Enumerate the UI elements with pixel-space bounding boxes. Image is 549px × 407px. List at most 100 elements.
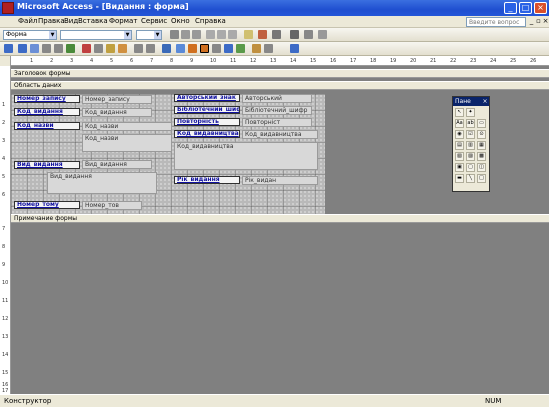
undo-icon[interactable]: [134, 44, 143, 53]
toggle-button-icon[interactable]: ⊙: [477, 130, 486, 139]
autoformat-icon[interactable]: [200, 44, 209, 53]
save-icon[interactable]: [18, 44, 27, 53]
align-left-icon[interactable]: [206, 30, 215, 39]
italic-icon[interactable]: [181, 30, 190, 39]
subform-icon[interactable]: ◫: [477, 163, 486, 172]
menu-edit[interactable]: Правка: [38, 17, 65, 25]
textbox-nomer-zapysu[interactable]: Номер_запису: [82, 95, 152, 104]
menu-format[interactable]: Формат: [109, 17, 137, 25]
label-vyd-vydannia[interactable]: Вид_видання: [14, 161, 80, 169]
ruler-corner[interactable]: [0, 56, 11, 66]
menu-file[interactable]: Файл: [18, 17, 37, 25]
spelling-icon[interactable]: [66, 44, 75, 53]
font-color-icon[interactable]: [258, 30, 267, 39]
label-bibliotechnyi-shyfr[interactable]: Бібліотечний_шифр: [174, 106, 240, 114]
label-tool-icon[interactable]: Aa: [455, 119, 464, 128]
label-kod-vydannia[interactable]: Код_видання: [14, 108, 80, 116]
size-combo[interactable]: ▼: [136, 30, 162, 40]
close-button[interactable]: ×: [534, 2, 547, 14]
cut-icon[interactable]: [82, 44, 91, 53]
unbound-frame-icon[interactable]: ▨: [466, 152, 475, 161]
help-icon[interactable]: [290, 44, 299, 53]
textbox-kod-vydannia[interactable]: Код_видання: [82, 108, 152, 117]
border-style-icon[interactable]: [304, 30, 313, 39]
align-center-icon[interactable]: [217, 30, 226, 39]
line-color-icon[interactable]: [272, 30, 281, 39]
textbox-tool-icon[interactable]: ab: [466, 119, 475, 128]
menu-window[interactable]: Окно: [171, 17, 190, 25]
form-header-section-bar[interactable]: Заголовок формы: [11, 69, 549, 78]
new-object-icon[interactable]: [264, 44, 273, 53]
font-combo[interactable]: ▼: [60, 30, 132, 40]
tab-control-icon[interactable]: ▢: [466, 163, 475, 172]
label-nomer-tomu[interactable]: Номер_тому: [14, 201, 80, 209]
textbox-kod-nazvy[interactable]: Код_назви: [82, 122, 172, 131]
print-icon[interactable]: [42, 44, 51, 53]
chevron-down-icon[interactable]: ▼: [154, 31, 161, 39]
subfield-vyd-vydannia[interactable]: Вид_видання: [47, 172, 157, 194]
help-question-input[interactable]: Введите вопрос: [466, 17, 526, 27]
label-avtorskyi-znak[interactable]: Авторський_знак: [174, 94, 240, 102]
special-effect-icon[interactable]: [318, 30, 327, 39]
search-icon[interactable]: [30, 44, 39, 53]
copy-icon[interactable]: [94, 44, 103, 53]
select-objects-icon[interactable]: ↖: [455, 108, 464, 117]
line-tool-icon[interactable]: ╲: [466, 174, 475, 183]
form-footer-section-bar[interactable]: Примечание формы: [11, 214, 549, 223]
menu-help[interactable]: Справка: [195, 17, 226, 25]
textbox-avtorskyi-znak[interactable]: Авторський: [242, 94, 312, 103]
format-painter-icon[interactable]: [118, 44, 127, 53]
subfield-kod-vydavnytstva[interactable]: Код_видавництва: [174, 142, 318, 170]
menu-insert[interactable]: Вставка: [78, 17, 108, 25]
label-kod-nazvy[interactable]: Код_назви: [14, 122, 80, 130]
close-icon[interactable]: ×: [481, 97, 489, 106]
paste-icon[interactable]: [106, 44, 115, 53]
chevron-down-icon[interactable]: ▼: [124, 31, 131, 39]
textbox-kod-vydavnytstva[interactable]: Код_видавництва: [242, 130, 318, 139]
textbox-rik-vydannia[interactable]: Рік_видан: [242, 176, 318, 185]
option-button-icon[interactable]: ◉: [455, 130, 464, 139]
hyperlink-icon[interactable]: [162, 44, 171, 53]
view-icon[interactable]: [4, 44, 13, 53]
label-nomer-zapysu[interactable]: Номер_запису: [14, 95, 80, 103]
minimize-button[interactable]: _: [504, 2, 517, 14]
textbox-povtornist[interactable]: Повторніст: [242, 118, 312, 127]
maximize-button[interactable]: □: [519, 2, 532, 14]
properties-icon[interactable]: [224, 44, 233, 53]
chevron-down-icon[interactable]: ▼: [49, 31, 56, 39]
rectangle-tool-icon[interactable]: □: [477, 174, 486, 183]
label-rik-vydannia[interactable]: Рік_видання: [174, 176, 240, 184]
access-icon[interactable]: [2, 2, 14, 14]
menu-view[interactable]: Вид: [64, 17, 78, 25]
detail-section-bar[interactable]: Область даних: [11, 81, 549, 90]
bound-frame-icon[interactable]: ▩: [477, 152, 486, 161]
more-controls-icon[interactable]: ▬: [455, 174, 464, 183]
horizontal-ruler[interactable]: 1 2 3 4 5 6 7 8 9 10 11 12 13 14 15 16 1…: [0, 56, 549, 66]
checkbox-tool-icon[interactable]: ☑: [466, 130, 475, 139]
line-width-icon[interactable]: [290, 30, 299, 39]
underline-icon[interactable]: [192, 30, 201, 39]
field-list-icon[interactable]: [176, 44, 185, 53]
list-box-icon[interactable]: ▥: [466, 141, 475, 150]
combo-box-icon[interactable]: ▤: [455, 141, 464, 150]
option-group-icon[interactable]: ▭: [477, 119, 486, 128]
textbox-vyd-vydannia[interactable]: Вид_видання: [82, 160, 152, 169]
preview-icon[interactable]: [54, 44, 63, 53]
page-break-icon[interactable]: ▣: [455, 163, 464, 172]
redo-icon[interactable]: [146, 44, 155, 53]
builder-icon[interactable]: [236, 44, 245, 53]
command-button-icon[interactable]: ▦: [477, 141, 486, 150]
subfield-kod-nazvy[interactable]: Код_назви: [82, 134, 172, 152]
bold-icon[interactable]: [170, 30, 179, 39]
vertical-ruler[interactable]: 1 2 3 4 5 6 7 8 9 10 11 12 13 14 15 16 1…: [0, 66, 11, 394]
fill-color-icon[interactable]: [244, 30, 253, 39]
image-tool-icon[interactable]: ▧: [455, 152, 464, 161]
menu-tools[interactable]: Сервис: [141, 17, 167, 25]
mdi-close-button[interactable]: ×: [542, 17, 549, 26]
code-icon[interactable]: [212, 44, 221, 53]
toolbox-panel[interactable]: Пане × ↖ ✦ Aa ab ▭ ◉ ☑ ⊙ ▤ ▥ ▦ ▧ ▨ ▩ ▣ ▢…: [452, 96, 490, 192]
mdi-restore-button[interactable]: ▫: [535, 17, 542, 26]
align-right-icon[interactable]: [228, 30, 237, 39]
label-kod-vydavnytstva[interactable]: Код_видавництва: [174, 130, 240, 138]
label-povtornist[interactable]: Повторність: [174, 118, 240, 126]
